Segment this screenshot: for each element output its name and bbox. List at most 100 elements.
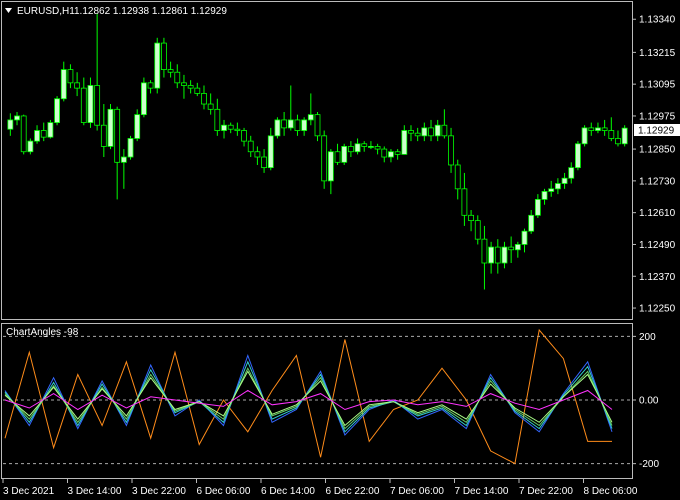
time-label: 7 Dec 22:00 [519, 486, 573, 497]
time-label: 6 Dec 22:00 [326, 486, 380, 497]
price-label: 1.13095 [639, 80, 676, 91]
bull-candle-body [595, 127, 601, 131]
ohlc-values: 1.12862 1.12938 1.12861 1.12929 [74, 6, 227, 17]
bear-candle-body [428, 127, 434, 137]
bull-candle-body [514, 244, 521, 251]
current-price-label: 1.12929 [638, 126, 675, 137]
indicator-level-label: 200 [639, 332, 656, 343]
bull-candle-body [134, 114, 141, 139]
bull-candle-body [301, 119, 308, 131]
bull-candle-body [341, 146, 348, 163]
time-label: 3 Dec 14:00 [68, 486, 122, 497]
candle [20, 114, 27, 155]
bull-candle-body [554, 183, 561, 190]
bull-candle-body [60, 69, 67, 100]
bull-candle-body [327, 151, 334, 182]
bull-candle-body [568, 167, 575, 179]
bear-candle-body [334, 151, 341, 163]
bull-candle-body [434, 124, 441, 137]
bear-candle-body [174, 71, 181, 84]
candle [321, 130, 328, 189]
bull-candle-body [127, 138, 134, 158]
bull-candle-body [501, 246, 508, 264]
candle [621, 125, 628, 147]
bear-candle-body [114, 108, 121, 163]
bull-candle-body [368, 146, 374, 148]
price-label: 1.12730 [639, 176, 676, 187]
time-label: 6 Dec 14:00 [261, 486, 315, 497]
bear-candle-body [381, 148, 388, 158]
bull-candle-body [528, 214, 535, 232]
bear-candle-body [441, 124, 448, 137]
bear-candle-body [321, 135, 328, 182]
candle [87, 77, 94, 128]
bear-candle-body [241, 130, 247, 142]
time-label: 7 Dec 14:00 [455, 486, 509, 497]
indicator-name: ChartAngles -98 [6, 327, 79, 338]
bull-candle-body [34, 130, 40, 142]
bear-candle-body [474, 220, 481, 240]
bull-candle-body [421, 127, 428, 137]
bull-candle-body [521, 230, 528, 245]
bear-candle-body [187, 85, 194, 89]
bull-candle-body [541, 191, 548, 200]
bull-candle-body [307, 114, 314, 121]
bear-candle-body [147, 82, 154, 89]
bear-candle-body [454, 164, 461, 190]
bear-candle-body [361, 143, 368, 147]
price-label: 1.12975 [639, 111, 676, 122]
bear-candle-body [608, 130, 615, 139]
bear-candle-body [314, 114, 321, 137]
candle [274, 117, 281, 139]
bear-candle-body [588, 127, 595, 131]
candle [140, 77, 147, 118]
candle [54, 96, 60, 126]
bear-candle-body [494, 246, 501, 264]
bear-candle-body [74, 82, 81, 89]
indicator-level-label: 0.00 [639, 396, 659, 407]
bull-candle-body [621, 127, 628, 145]
bear-candle-body [294, 119, 301, 131]
bull-candle-body [581, 127, 588, 145]
bear-candle-body [40, 130, 47, 138]
candle [341, 143, 348, 165]
time-label: 3 Dec 22:00 [132, 486, 186, 497]
bull-candle-body [140, 82, 147, 116]
bull-candle-body [388, 151, 394, 158]
price-label: 1.12850 [639, 145, 676, 156]
bear-candle-body [468, 214, 474, 222]
bull-candle-body [87, 85, 94, 123]
bull-candle-body [54, 98, 60, 123]
bear-candle-body [281, 119, 288, 129]
candle [581, 125, 588, 147]
bear-candle-body [347, 146, 354, 153]
bear-candle-body [20, 115, 27, 153]
bear-candle-body [247, 140, 254, 153]
bear-candle-body [80, 87, 87, 123]
bear-candle-body [394, 151, 401, 155]
candle [107, 104, 114, 150]
price-label: 1.12250 [639, 304, 676, 315]
bear-candle-body [461, 188, 468, 216]
bear-candle-body [227, 124, 234, 130]
chart-window[interactable]: 200 0.00 -200 1.13340 1.13215 1.13095 1.12975… [0, 0, 680, 500]
bull-candle-body [287, 119, 294, 129]
bear-candle-body [254, 151, 261, 158]
bull-candle-body [401, 130, 408, 155]
bull-candle-body [14, 115, 20, 121]
price-label: 1.12370 [639, 272, 676, 283]
bear-candle-body [207, 103, 214, 110]
time-label: 8 Dec 06:00 [584, 486, 638, 497]
symbol-label: EURUSD,H1 [17, 6, 75, 17]
bear-candle-body [601, 127, 608, 131]
bull-candle-body [7, 119, 14, 130]
bull-candle-body [154, 42, 161, 89]
time-label: 7 Dec 06:00 [390, 486, 444, 497]
bear-candle-body [67, 69, 74, 84]
bear-candle-body [261, 156, 267, 169]
bull-candle-body [534, 199, 541, 216]
price-label: 1.12610 [639, 208, 676, 219]
bull-candle-body [120, 156, 127, 163]
bear-candle-body [194, 87, 201, 94]
bull-candle-body [221, 124, 227, 131]
